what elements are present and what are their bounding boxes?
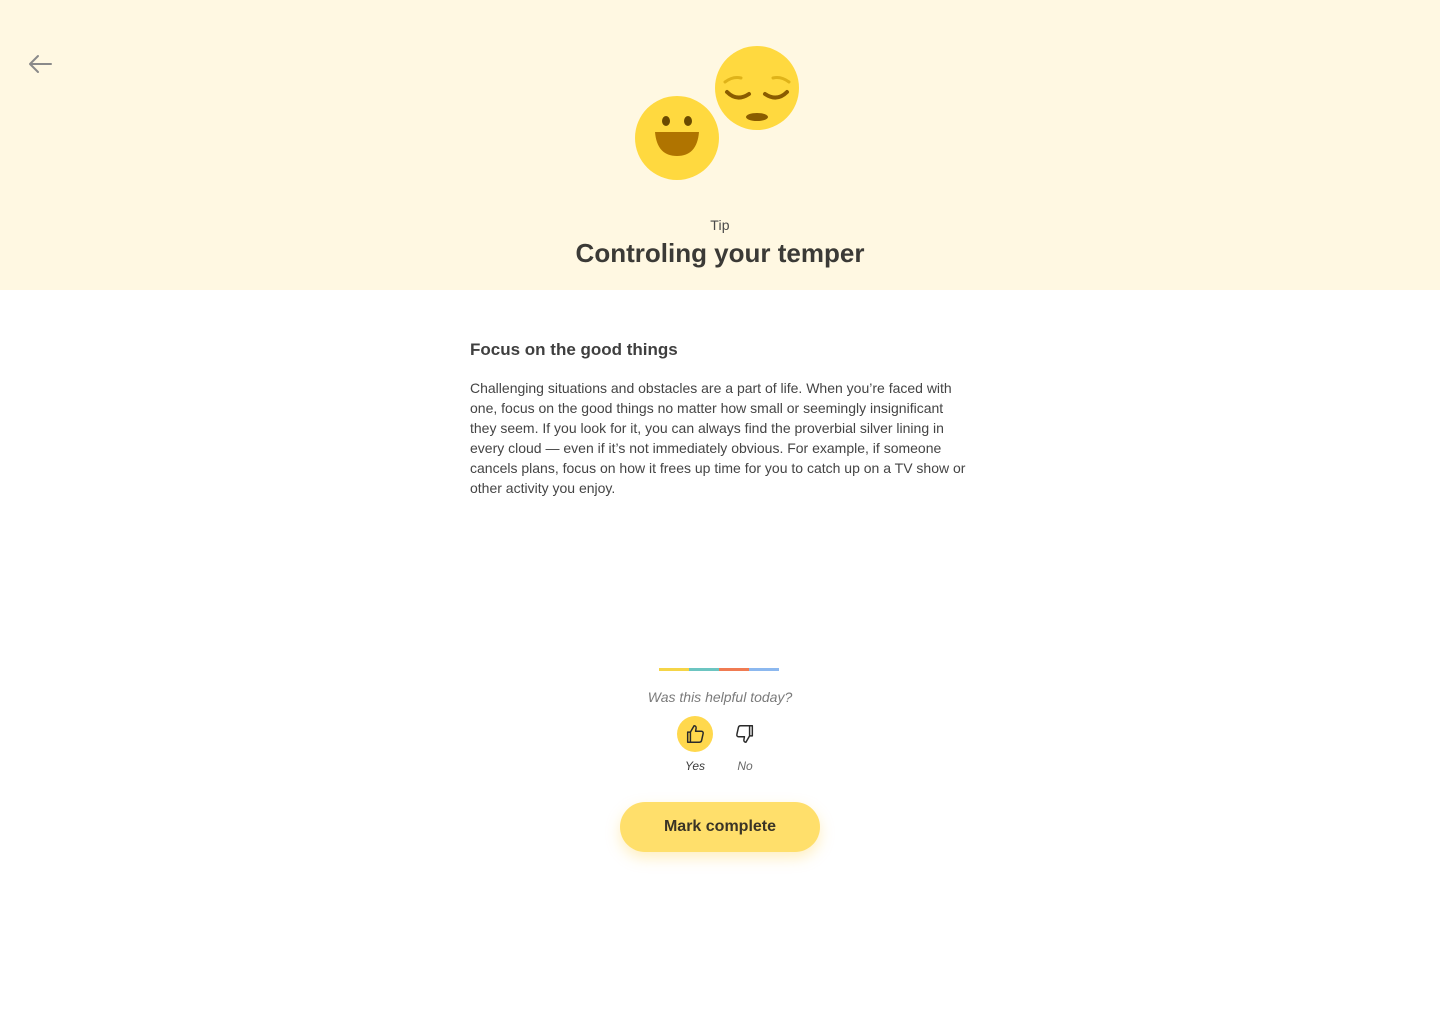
feedback-no-label: No: [737, 759, 753, 773]
page-title: Controling your temper: [575, 238, 865, 268]
content-type-label: Tip: [710, 217, 730, 233]
thumbs-down-icon[interactable]: [727, 716, 763, 752]
feedback-no-button[interactable]: No: [725, 716, 765, 773]
divider-segment-orange: [719, 668, 749, 671]
feedback-question: Was this helpful today?: [647, 689, 793, 705]
tip-body-text: Challenging situations and obstacles are…: [470, 380, 966, 496]
feedback-yes-label: Yes: [684, 759, 705, 773]
divider-segment-blue: [749, 668, 779, 671]
pensive-face-icon: [715, 46, 799, 130]
divider-segment-yellow: [659, 668, 689, 671]
mark-complete-button[interactable]: Mark complete: [620, 802, 820, 852]
tip-content: Focus on the good things Challenging sit…: [470, 340, 970, 498]
back-button[interactable]: [24, 48, 56, 80]
arrow-left-icon: [29, 55, 52, 73]
feedback-yes-button[interactable]: Yes: [675, 716, 715, 773]
divider-segment-teal: [689, 668, 719, 671]
color-divider: [659, 668, 779, 671]
thumbs-up-icon[interactable]: [677, 716, 713, 752]
section-heading: Focus on the good things: [470, 340, 678, 359]
smiling-face-icon: [635, 96, 719, 180]
hero-banner: Tip Controling your temper: [0, 0, 1440, 290]
